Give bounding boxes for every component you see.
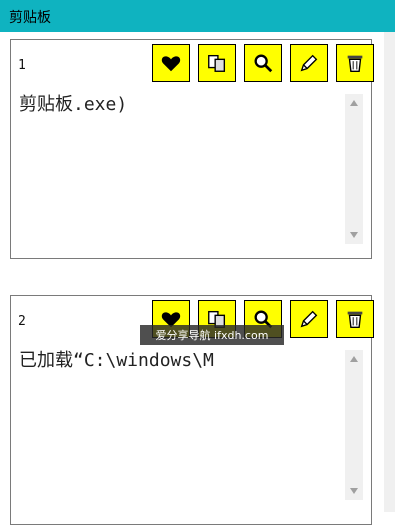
entry-scrollbar[interactable] xyxy=(345,94,363,244)
clip-entry-1[interactable]: 1 剪贴板.exe) xyxy=(10,39,374,259)
scroll-down-icon[interactable] xyxy=(350,488,358,494)
titlebar: 剪贴板 xyxy=(0,0,395,32)
copy-button[interactable] xyxy=(198,44,236,82)
copy-icon xyxy=(208,54,226,72)
heart-icon xyxy=(161,56,181,72)
entry-scrollbar[interactable] xyxy=(345,350,363,500)
outer-scrollbar[interactable] xyxy=(384,32,395,512)
edit-button[interactable] xyxy=(290,300,328,338)
entry-toolbar xyxy=(152,44,374,82)
watermark: 爱分享导航 ifxdh.com xyxy=(140,325,284,345)
search-button[interactable] xyxy=(244,44,282,82)
favorite-button[interactable] xyxy=(152,44,190,82)
pencil-icon xyxy=(300,54,318,72)
pencil-icon xyxy=(300,310,318,328)
edit-button[interactable] xyxy=(290,44,328,82)
entry-text: 剪贴板.exe) xyxy=(19,94,128,115)
scroll-down-icon[interactable] xyxy=(350,232,358,238)
entry-text: 已加载“C:\windows\M xyxy=(19,350,214,371)
scroll-up-icon[interactable] xyxy=(350,356,358,362)
delete-button[interactable] xyxy=(336,44,374,82)
scroll-up-icon[interactable] xyxy=(350,100,358,106)
window-title: 剪贴板 xyxy=(9,10,51,26)
entry-index: 1 xyxy=(18,58,26,73)
delete-button[interactable] xyxy=(336,300,374,338)
trash-icon xyxy=(347,311,363,328)
trash-icon xyxy=(347,55,363,72)
entry-index: 2 xyxy=(18,314,26,329)
magnifier-icon xyxy=(254,54,273,73)
